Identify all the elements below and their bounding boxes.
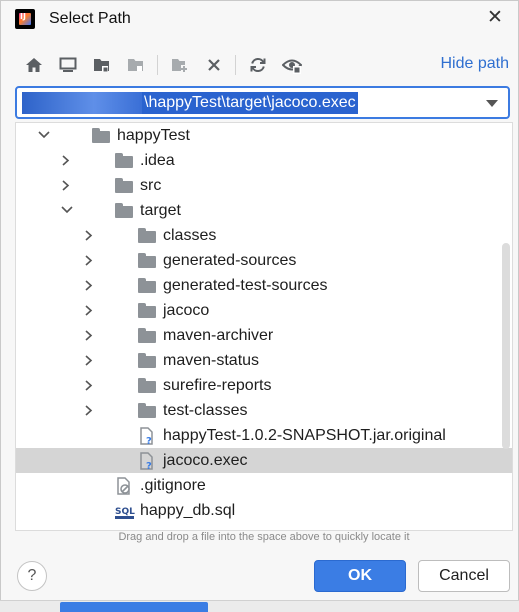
folder-icon: [115, 203, 133, 218]
tree-folder-row[interactable]: generated-test-sources: [16, 273, 512, 298]
tree-item-label: generated-test-sources: [163, 277, 328, 294]
sql-file-icon: SQL: [115, 503, 135, 519]
folder-icon: [138, 403, 156, 418]
folder-icon: [138, 278, 156, 293]
chevron-down-icon[interactable]: [37, 123, 51, 148]
chevron-right-icon[interactable]: [83, 398, 97, 423]
folder-icon: [138, 253, 156, 268]
ignore-file-icon: [116, 477, 134, 495]
new-folder-icon[interactable]: [169, 53, 191, 77]
chevron-right-icon[interactable]: [83, 373, 97, 398]
title-bar: Select Path ✕: [1, 1, 518, 39]
dialog-title: Select Path: [49, 10, 131, 27]
chevron-right-icon[interactable]: [83, 348, 97, 373]
module-icon[interactable]: [125, 53, 147, 77]
tree-folder-row[interactable]: maven-archiver: [16, 323, 512, 348]
chevron-right-icon[interactable]: [83, 248, 97, 273]
toolbar: Hide path: [19, 53, 509, 77]
home-icon[interactable]: [23, 53, 45, 77]
file-tree[interactable]: happyTest .idea src target classes generated-…: [15, 122, 513, 531]
chevron-right-icon[interactable]: [83, 273, 97, 298]
tree-item-label: test-classes: [163, 402, 248, 419]
show-hidden-icon[interactable]: [281, 53, 303, 77]
toolbar-separator: [157, 55, 158, 75]
ok-button[interactable]: OK: [314, 560, 406, 592]
folder-icon: [115, 178, 133, 193]
path-input[interactable]: \happyTest\target\jacoco.exec: [22, 92, 482, 114]
hide-path-link[interactable]: Hide path: [441, 55, 510, 73]
chevron-right-icon[interactable]: [60, 173, 74, 198]
tree-item-label: maven-archiver: [163, 327, 274, 344]
folder-icon: [138, 378, 156, 393]
unknown-file-icon: ?: [139, 452, 157, 472]
tree-folder-row[interactable]: surefire-reports: [16, 373, 512, 398]
folder-icon: [138, 328, 156, 343]
background-button: [60, 602, 208, 612]
tree-item-label: generated-sources: [163, 252, 297, 269]
tree-item-label: maven-status: [163, 352, 260, 369]
tree-folder-row[interactable]: generated-sources: [16, 248, 512, 273]
path-combobox[interactable]: \happyTest\target\jacoco.exec: [15, 86, 510, 119]
desktop-icon[interactable]: [57, 53, 79, 77]
intellij-logo-icon: [15, 9, 35, 29]
tree-folder-row[interactable]: target: [16, 198, 512, 223]
chevron-right-icon[interactable]: [60, 148, 74, 173]
chevron-down-icon[interactable]: [481, 92, 503, 114]
chevron-right-icon[interactable]: [83, 298, 97, 323]
tree-folder-row[interactable]: happyTest: [16, 123, 512, 148]
chevron-right-icon[interactable]: [83, 323, 97, 348]
svg-text:?: ?: [146, 436, 152, 445]
folder-icon: [138, 353, 156, 368]
tree-item-label: happyTest-1.0.2-SNAPSHOT.jar.original: [163, 427, 446, 444]
svg-text:?: ?: [146, 461, 152, 470]
drag-drop-hint: Drag and drop a file into the space abov…: [118, 531, 410, 543]
tree-item-label: .gitignore: [140, 477, 206, 494]
tree-item-label: happyTest: [117, 127, 190, 144]
path-text: \happyTest\target\jacoco.exec: [142, 92, 358, 114]
tree-item-label: .idea: [140, 152, 175, 169]
tree-item-label: jacoco.exec: [163, 452, 248, 469]
tree-folder-row[interactable]: .idea: [16, 148, 512, 173]
refresh-icon[interactable]: [247, 53, 269, 77]
tree-file-row[interactable]: SQL happy_db.sql: [16, 498, 512, 523]
folder-icon: [138, 228, 156, 243]
tree-folder-row[interactable]: jacoco: [16, 298, 512, 323]
vertical-scrollbar[interactable]: [502, 243, 510, 449]
folder-icon: [115, 153, 133, 168]
tree-folder-row[interactable]: classes: [16, 223, 512, 248]
tree-item-label: target: [140, 202, 181, 219]
folder-icon: [92, 128, 110, 143]
tree-folder-row[interactable]: test-classes: [16, 398, 512, 423]
background-window-strip: [0, 600, 519, 612]
tree-item-label: jacoco: [163, 302, 210, 319]
chevron-down-icon[interactable]: [60, 198, 74, 223]
project-icon[interactable]: [91, 53, 113, 77]
tree-item-label: src: [140, 177, 162, 194]
tree-file-row[interactable]: ? happyTest-1.0.2-SNAPSHOT.jar.original: [16, 423, 512, 448]
delete-icon[interactable]: [203, 53, 225, 77]
folder-icon: [138, 303, 156, 318]
chevron-right-icon[interactable]: [83, 223, 97, 248]
tree-file-row[interactable]: ? jacoco.exec: [16, 448, 512, 473]
svg-text:SQL: SQL: [115, 507, 135, 517]
cancel-button[interactable]: Cancel: [418, 560, 510, 592]
tree-folder-row[interactable]: maven-status: [16, 348, 512, 373]
close-icon[interactable]: ✕: [484, 7, 506, 29]
help-button[interactable]: ?: [17, 561, 47, 591]
tree-file-row[interactable]: .gitignore: [16, 473, 512, 498]
select-path-dialog: Select Path ✕ Hide path \hap: [0, 0, 519, 612]
tree-folder-row[interactable]: src: [16, 173, 512, 198]
unknown-file-icon: ?: [139, 427, 157, 447]
tree-item-label: surefire-reports: [163, 377, 272, 394]
tree-item-label: happy_db.sql: [140, 502, 236, 519]
tree-item-label: classes: [163, 227, 217, 244]
path-redacted-prefix: [22, 92, 142, 114]
toolbar-separator: [235, 55, 236, 75]
